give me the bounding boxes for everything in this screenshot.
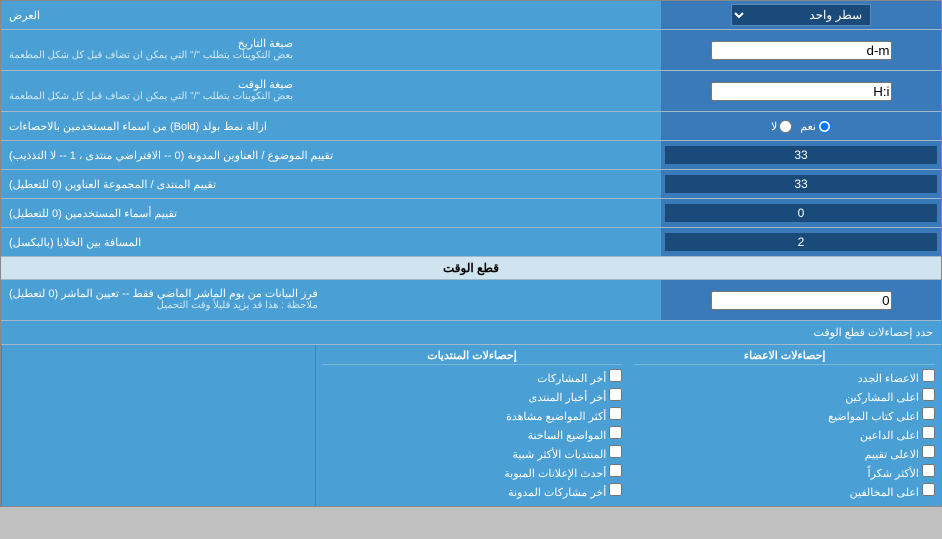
checkbox-hot-topics[interactable]: [609, 426, 622, 439]
checkbox-top-topic-writers[interactable]: [922, 407, 935, 420]
topic-title-row: تقييم الموضوع / العناوين المدونة (0 -- ا…: [1, 141, 941, 170]
checkbox-most-thanked[interactable]: [922, 464, 935, 477]
topic-title-label: تقييم الموضوع / العناوين المدونة (0 -- ا…: [1, 141, 661, 169]
topic-title-input-container: [661, 141, 941, 169]
checkbox-most-violations[interactable]: [922, 483, 935, 496]
checkbox-last-posts[interactable]: [609, 369, 622, 382]
radio-yes-label[interactable]: نعم: [800, 120, 831, 133]
checkbox-item: أخر المشاركات: [322, 369, 623, 385]
bold-remove-row: ازالة نمط بولد (Bold) من اسماء المستخدمي…: [1, 112, 941, 141]
checkbox-label[interactable]: أخر المشاركات: [537, 369, 622, 385]
users-name-input-container: [661, 199, 941, 227]
checkbox-label[interactable]: أخر مشاركات المدونة: [508, 483, 622, 499]
checkbox-label[interactable]: المواضيع الساخنة: [528, 426, 623, 442]
checkbox-item: اعلى الداعين: [634, 426, 935, 442]
stats-col-empty: [1, 345, 315, 506]
header-label: العرض: [1, 1, 661, 29]
stats-members-title: إحصاءلات الاعضاء: [634, 349, 935, 365]
date-format-label: صيغة التاريخ بعض التكوينات يتطلب "/" الت…: [1, 30, 661, 70]
checkbox-label[interactable]: الأكثر شكراً: [868, 464, 935, 480]
date-format-input[interactable]: [711, 41, 892, 60]
time-format-input[interactable]: [711, 82, 892, 101]
forum-title-input[interactable]: [665, 175, 937, 193]
checkbox-item: المواضيع الساخنة: [322, 426, 623, 442]
checkbox-new-members[interactable]: [922, 369, 935, 382]
checkbox-item: الأكثر شكراً: [634, 464, 935, 480]
users-name-label: تقييم أسماء المستخدمين (0 للتعطيل): [1, 199, 661, 227]
checkbox-label[interactable]: اعلى كتاب المواضيع: [828, 407, 935, 423]
checkbox-item: اعلى كتاب المواضيع: [634, 407, 935, 423]
forum-title-label: تقييم المنتدى / المجموعة العناوين (0 للت…: [1, 170, 661, 198]
stats-col-forums: إحصاءلات المنتديات أخر المشاركات أخر أخب…: [315, 345, 629, 506]
checkbox-item: أخر أخبار المنتدى: [322, 388, 623, 404]
users-name-row: تقييم أسماء المستخدمين (0 للتعطيل): [1, 199, 941, 228]
time-cut-row: فرز البيانات من يوم الماشر الماضي فقط --…: [1, 280, 941, 321]
forum-title-input-container: [661, 170, 941, 198]
checkbox-most-viewed[interactable]: [609, 407, 622, 420]
checkbox-top-inviters[interactable]: [922, 426, 935, 439]
cell-gap-row: المسافة بين الخلايا (بالبكسل): [1, 228, 941, 257]
stats-limit-row: حدد إحصاءلات قطع الوقت: [1, 321, 941, 345]
checkbox-label[interactable]: الاعضاء الجدد: [858, 369, 935, 385]
checkbox-blog-posts[interactable]: [609, 483, 622, 496]
checkbox-label[interactable]: أخر أخبار المنتدى: [529, 388, 623, 404]
checkbox-item: الاعضاء الجدد: [634, 369, 935, 385]
bold-remove-label: ازالة نمط بولد (Bold) من اسماء المستخدمي…: [1, 112, 661, 140]
top-row: العرض سطر واحد سطرين ثلاثة أسطر: [1, 1, 941, 30]
checkbox-item: الاعلى تقييم: [634, 445, 935, 461]
stats-checkboxes-area: إحصاءلات المنتديات أخر المشاركات أخر أخب…: [1, 345, 941, 506]
checkbox-highest-rated[interactable]: [922, 445, 935, 458]
checkbox-label[interactable]: المنتديات الأكثر شبية: [513, 445, 623, 461]
cell-gap-input-container: [661, 228, 941, 256]
time-format-label: صيغة الوقت بعض التكوينات يتطلب "/" التي …: [1, 71, 661, 111]
topic-title-input[interactable]: [665, 146, 937, 164]
stats-col-members: إحصاءلات الاعضاء الاعضاء الجدد اعلى المش…: [628, 345, 941, 506]
checkbox-label[interactable]: اعلى الداعين: [860, 426, 935, 442]
checkbox-item: اعلى المخالفين: [634, 483, 935, 499]
checkbox-label[interactable]: أكثر المواضيع مشاهدة: [506, 407, 622, 423]
users-name-input[interactable]: [665, 204, 937, 222]
checkbox-most-similar-forums[interactable]: [609, 445, 622, 458]
time-format-input-container: [661, 71, 941, 111]
stats-limit-label: حدد إحصاءلات قطع الوقت: [1, 322, 941, 343]
time-cut-section-header: قطع الوقت: [1, 257, 941, 280]
forum-title-row: تقييم المنتدى / المجموعة العناوين (0 للت…: [1, 170, 941, 199]
radio-no-label[interactable]: لا: [771, 120, 792, 133]
radio-no[interactable]: [779, 120, 792, 133]
checkbox-label[interactable]: الاعلى تقييم: [865, 445, 935, 461]
bold-remove-radio-group: نعم لا: [661, 112, 941, 140]
cell-gap-label: المسافة بين الخلايا (بالبكسل): [1, 228, 661, 256]
checkbox-item: أحدث الإعلانات المبوبة: [322, 464, 623, 480]
checkbox-top-posters[interactable]: [922, 388, 935, 401]
time-format-row: صيغة الوقت بعض التكوينات يتطلب "/" التي …: [1, 71, 941, 112]
checkbox-item: اعلى المشاركين: [634, 388, 935, 404]
time-cut-label: فرز البيانات من يوم الماشر الماضي فقط --…: [1, 280, 661, 320]
checkbox-item: المنتديات الأكثر شبية: [322, 445, 623, 461]
cell-gap-input[interactable]: [665, 233, 937, 251]
checkbox-latest-classifieds[interactable]: [609, 464, 622, 477]
time-cut-input-container: [661, 280, 941, 320]
checkbox-item: أخر مشاركات المدونة: [322, 483, 623, 499]
checkbox-label[interactable]: أحدث الإعلانات المبوبة: [504, 464, 622, 480]
dropdown-container: سطر واحد سطرين ثلاثة أسطر: [661, 1, 941, 29]
display-select[interactable]: سطر واحد سطرين ثلاثة أسطر: [731, 4, 871, 26]
time-cut-input[interactable]: [711, 291, 892, 310]
checkbox-forum-news[interactable]: [609, 388, 622, 401]
checkbox-label[interactable]: اعلى المشاركين: [845, 388, 935, 404]
checkbox-item: أكثر المواضيع مشاهدة: [322, 407, 623, 423]
date-format-row: صيغة التاريخ بعض التكوينات يتطلب "/" الت…: [1, 30, 941, 71]
checkbox-label[interactable]: اعلى المخالفين: [850, 483, 935, 499]
stats-forums-title: إحصاءلات المنتديات: [322, 349, 623, 365]
radio-yes[interactable]: [818, 120, 831, 133]
date-format-input-container: [661, 30, 941, 70]
